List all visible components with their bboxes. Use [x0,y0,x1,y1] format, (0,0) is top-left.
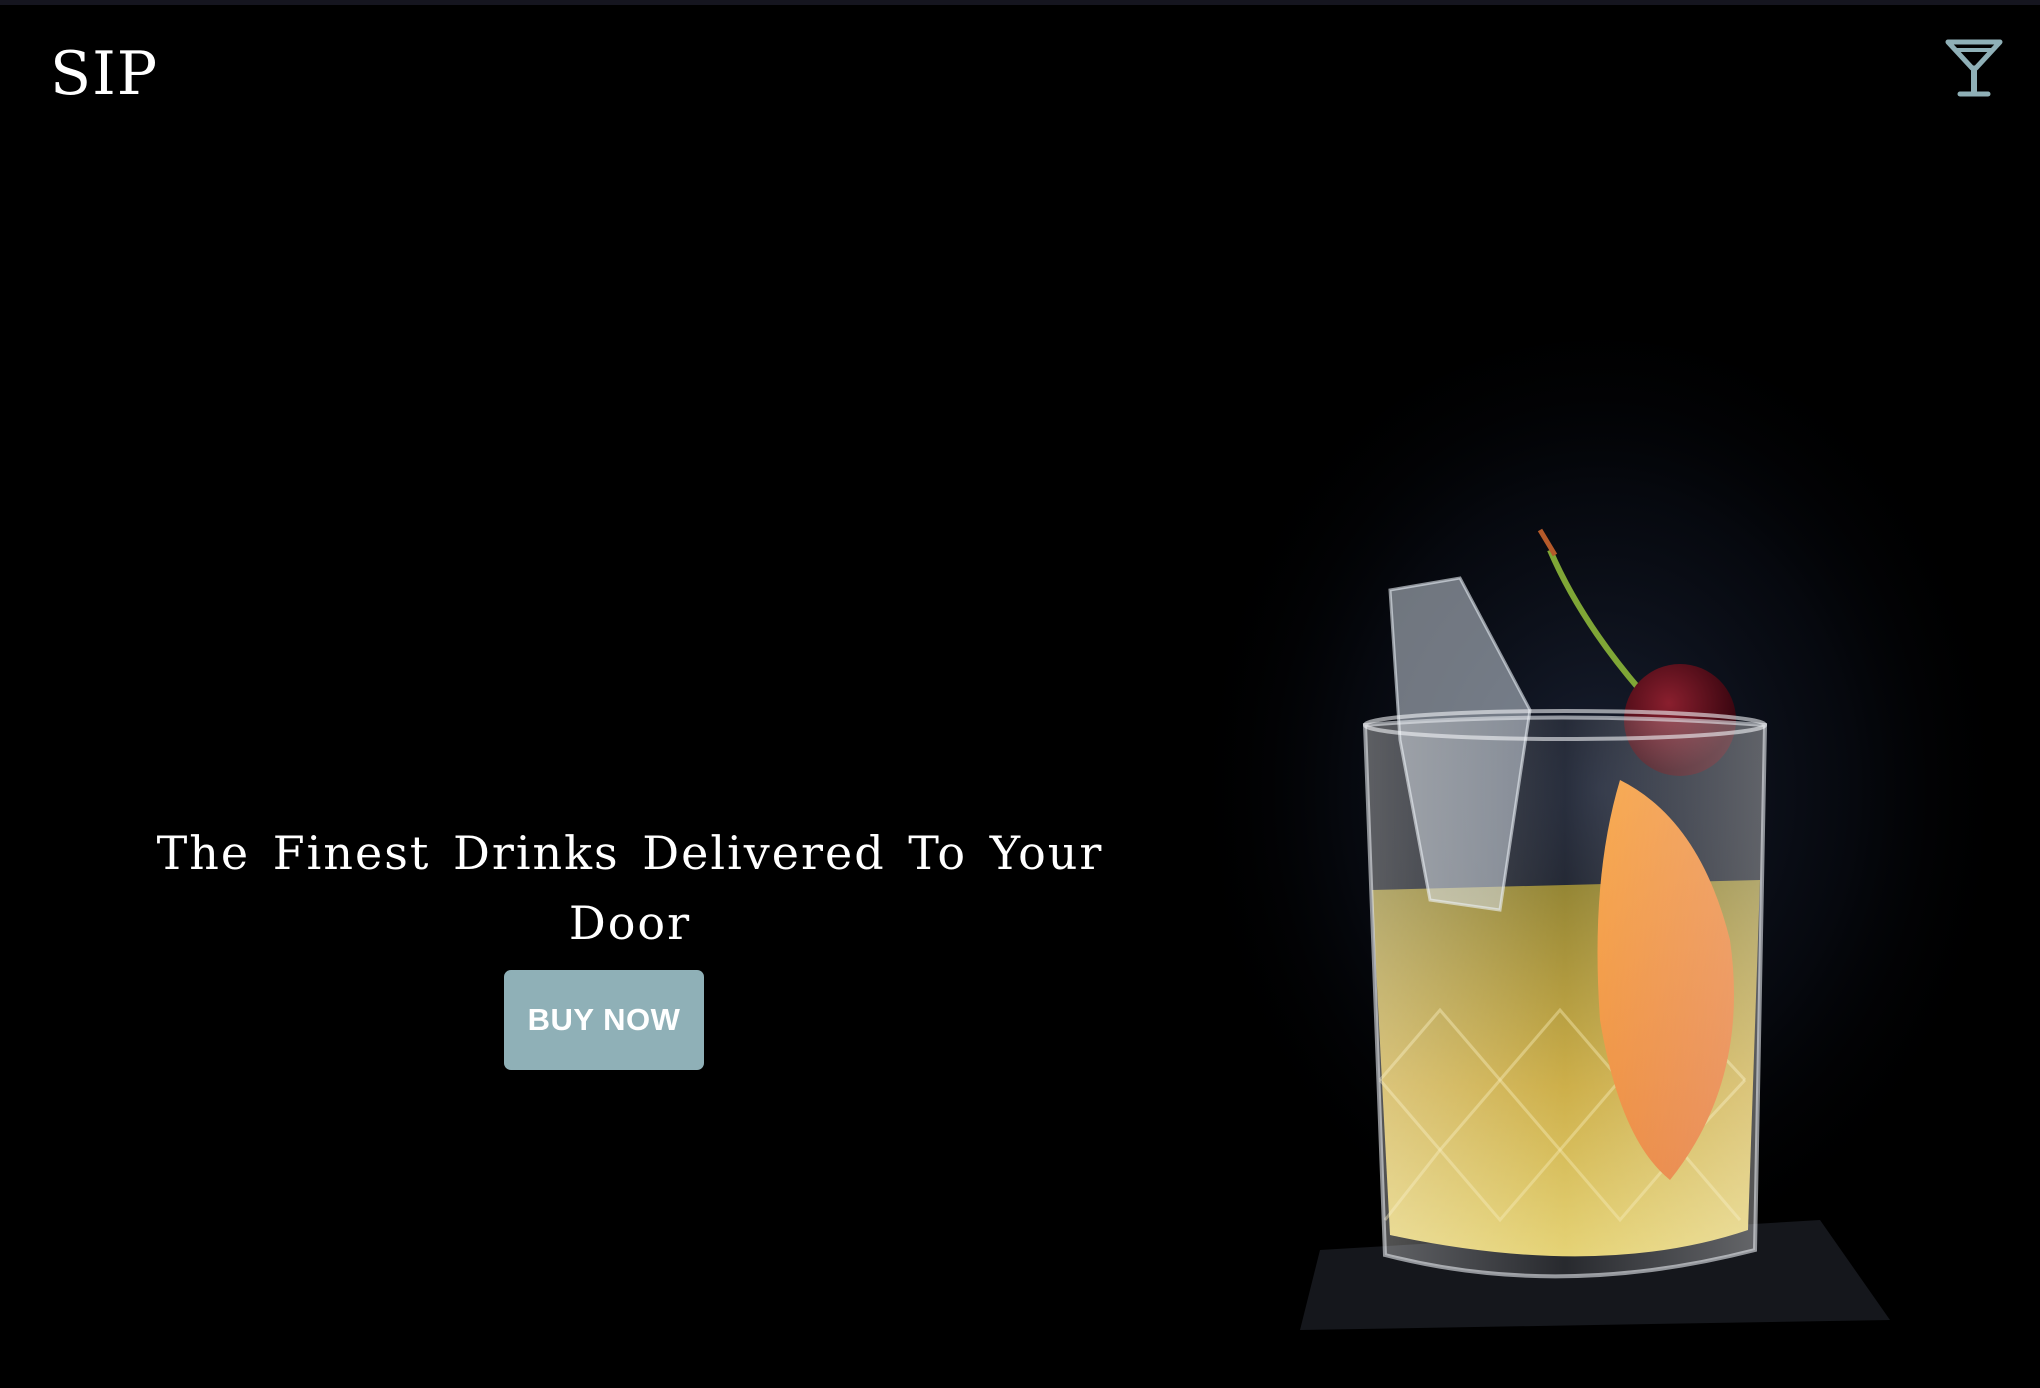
site-logo[interactable]: SIP [50,34,158,114]
buy-now-button[interactable]: BUY NOW [504,970,704,1070]
cocktail-glass-icon[interactable] [1944,36,2004,100]
landing-page: SIP The Finest Drinks Delivered To Your … [0,0,2040,1388]
hero-tagline: The Finest Drinks Delivered To Your Door [156,826,1104,950]
top-border [0,0,2040,5]
cocktail-photo [1200,320,2000,1360]
